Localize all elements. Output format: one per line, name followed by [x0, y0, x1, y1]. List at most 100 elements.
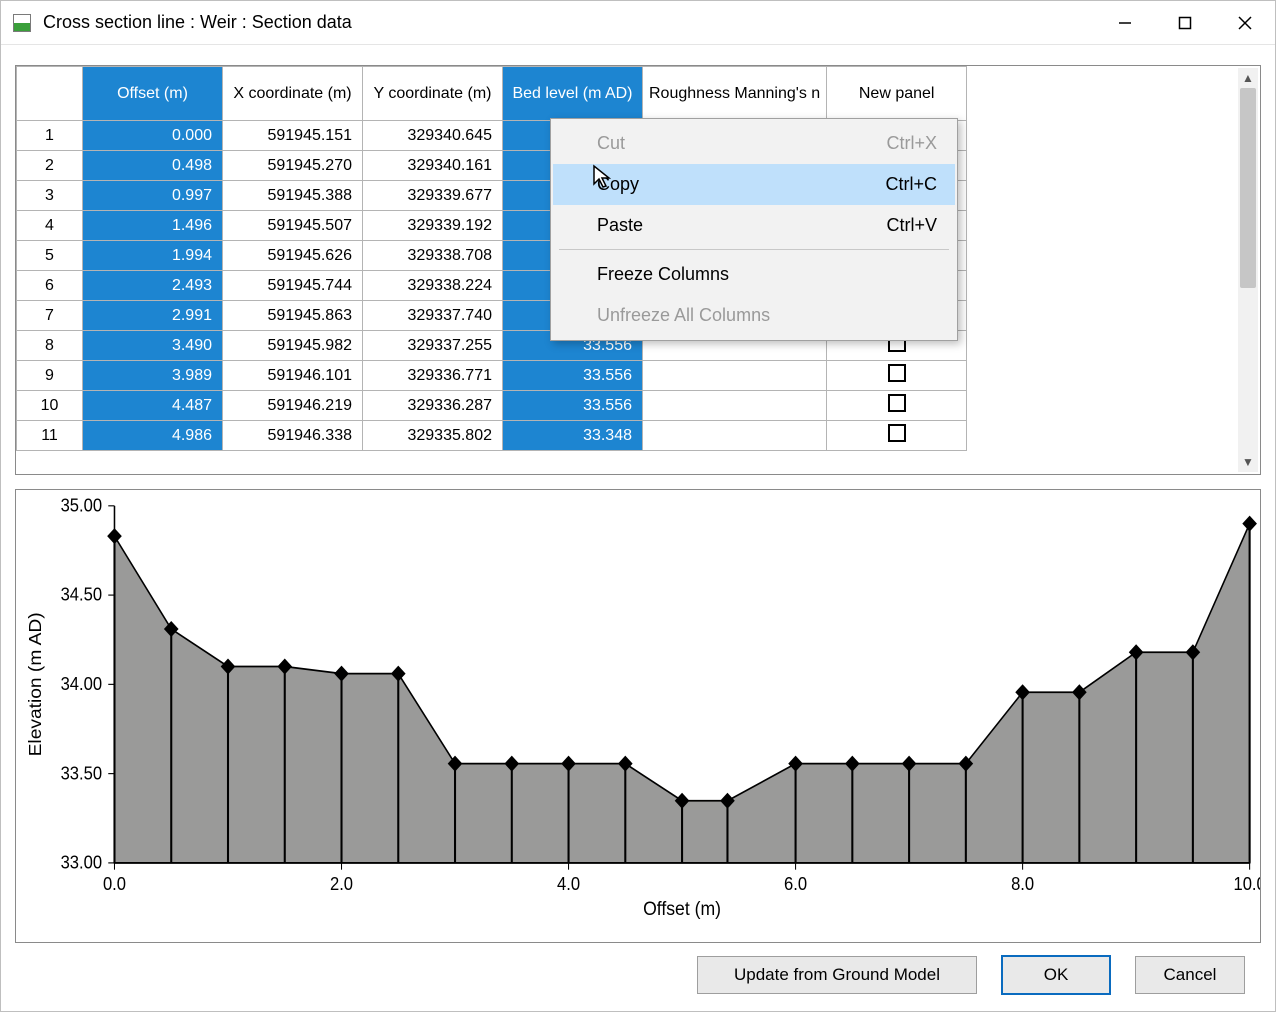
new-panel-checkbox[interactable] — [888, 364, 906, 382]
row-number[interactable]: 6 — [17, 271, 83, 301]
minimize-button[interactable] — [1095, 1, 1155, 44]
menu-copy[interactable]: Copy Ctrl+C — [553, 164, 955, 205]
cell-offset[interactable]: 1.994 — [83, 241, 223, 271]
menu-paste-label: Paste — [597, 211, 643, 240]
header-offset[interactable]: Offset (m) — [83, 67, 223, 121]
table-row[interactable]: 114.986591946.338329335.80233.348 — [17, 421, 967, 451]
cell-x-coord[interactable]: 591945.626 — [223, 241, 363, 271]
cell-bed-level[interactable]: 33.348 — [503, 421, 643, 451]
header-y-coord[interactable]: Y coordinate (m) — [363, 67, 503, 121]
cell-x-coord[interactable]: 591946.101 — [223, 361, 363, 391]
cell-offset[interactable]: 3.989 — [83, 361, 223, 391]
cell-bed-level[interactable]: 33.556 — [503, 361, 643, 391]
menu-freeze-label: Freeze Columns — [597, 260, 729, 289]
cell-y-coord[interactable]: 329340.161 — [363, 151, 503, 181]
row-number[interactable]: 11 — [17, 421, 83, 451]
row-number[interactable]: 4 — [17, 211, 83, 241]
window-title: Cross section line : Weir : Section data — [43, 12, 352, 33]
svg-text:34.00: 34.00 — [61, 673, 102, 694]
menu-cut-label: Cut — [597, 129, 625, 158]
cell-y-coord[interactable]: 329339.677 — [363, 181, 503, 211]
row-number[interactable]: 8 — [17, 331, 83, 361]
cell-x-coord[interactable]: 591945.744 — [223, 271, 363, 301]
cell-roughness[interactable] — [643, 391, 827, 421]
new-panel-checkbox[interactable] — [888, 394, 906, 412]
cell-offset[interactable]: 3.490 — [83, 331, 223, 361]
svg-text:10.0: 10.0 — [1234, 873, 1260, 894]
scroll-down-icon[interactable]: ▼ — [1238, 452, 1258, 472]
new-panel-checkbox[interactable] — [888, 424, 906, 442]
cell-y-coord[interactable]: 329336.287 — [363, 391, 503, 421]
dialog-footer: Update from Ground Model OK Cancel — [1, 951, 1275, 1011]
svg-text:Elevation (m AD): Elevation (m AD) — [25, 612, 45, 756]
cell-x-coord[interactable]: 591945.863 — [223, 301, 363, 331]
cell-roughness[interactable] — [643, 421, 827, 451]
close-button[interactable] — [1215, 1, 1275, 44]
menu-unfreeze-label: Unfreeze All Columns — [597, 301, 770, 330]
header-rownum[interactable] — [17, 67, 83, 121]
cell-offset[interactable]: 4.487 — [83, 391, 223, 421]
cell-offset[interactable]: 0.000 — [83, 121, 223, 151]
header-new-panel[interactable]: New panel — [827, 67, 967, 121]
cell-new-panel[interactable] — [827, 391, 967, 421]
cell-new-panel[interactable] — [827, 421, 967, 451]
menu-paste[interactable]: Paste Ctrl+V — [553, 205, 955, 246]
row-number[interactable]: 2 — [17, 151, 83, 181]
cell-x-coord[interactable]: 591946.338 — [223, 421, 363, 451]
svg-text:34.50: 34.50 — [61, 584, 102, 605]
cell-x-coord[interactable]: 591945.270 — [223, 151, 363, 181]
cell-x-coord[interactable]: 591945.507 — [223, 211, 363, 241]
cell-offset[interactable]: 0.997 — [83, 181, 223, 211]
cell-x-coord[interactable]: 591945.388 — [223, 181, 363, 211]
cell-x-coord[interactable]: 591946.219 — [223, 391, 363, 421]
svg-text:33.50: 33.50 — [61, 763, 102, 784]
cell-y-coord[interactable]: 329335.802 — [363, 421, 503, 451]
header-roughness[interactable]: Roughness Manning's n — [643, 67, 827, 121]
titlebar: Cross section line : Weir : Section data — [1, 1, 1275, 45]
cell-y-coord[interactable]: 329337.255 — [363, 331, 503, 361]
cell-offset[interactable]: 1.496 — [83, 211, 223, 241]
svg-text:2.0: 2.0 — [330, 873, 353, 894]
cell-new-panel[interactable] — [827, 361, 967, 391]
ok-button[interactable]: OK — [1001, 955, 1111, 995]
header-bed-level[interactable]: Bed level (m AD) — [503, 67, 643, 121]
cell-y-coord[interactable]: 329338.224 — [363, 271, 503, 301]
update-from-ground-model-button[interactable]: Update from Ground Model — [697, 956, 977, 994]
cross-section-chart: 33.0033.5034.0034.5035.000.02.04.06.08.0… — [15, 489, 1261, 943]
row-number[interactable]: 7 — [17, 301, 83, 331]
cell-y-coord[interactable]: 329340.645 — [363, 121, 503, 151]
row-number[interactable]: 10 — [17, 391, 83, 421]
svg-text:6.0: 6.0 — [784, 873, 807, 894]
cell-x-coord[interactable]: 591945.151 — [223, 121, 363, 151]
cell-offset[interactable]: 2.493 — [83, 271, 223, 301]
section-data-table[interactable]: Offset (m)X coordinate (m)Y coordinate (… — [15, 65, 1261, 475]
menu-freeze-columns[interactable]: Freeze Columns — [553, 254, 955, 295]
svg-text:35.00: 35.00 — [61, 495, 102, 516]
svg-text:8.0: 8.0 — [1011, 873, 1034, 894]
row-number[interactable]: 1 — [17, 121, 83, 151]
cell-y-coord[interactable]: 329338.708 — [363, 241, 503, 271]
row-number[interactable]: 5 — [17, 241, 83, 271]
row-number[interactable]: 3 — [17, 181, 83, 211]
cancel-button[interactable]: Cancel — [1135, 956, 1245, 994]
header-x-coord[interactable]: X coordinate (m) — [223, 67, 363, 121]
cell-y-coord[interactable]: 329339.192 — [363, 211, 503, 241]
scroll-thumb[interactable] — [1240, 88, 1256, 288]
vertical-scrollbar[interactable]: ▲ ▼ — [1238, 68, 1258, 472]
menu-copy-label: Copy — [597, 170, 639, 199]
cell-offset[interactable]: 2.991 — [83, 301, 223, 331]
cell-bed-level[interactable]: 33.556 — [503, 391, 643, 421]
menu-cut: Cut Ctrl+X — [553, 123, 955, 164]
table-row[interactable]: 104.487591946.219329336.28733.556 — [17, 391, 967, 421]
scroll-up-icon[interactable]: ▲ — [1238, 68, 1258, 88]
table-row[interactable]: 93.989591946.101329336.77133.556 — [17, 361, 967, 391]
cell-y-coord[interactable]: 329337.740 — [363, 301, 503, 331]
cell-offset[interactable]: 4.986 — [83, 421, 223, 451]
cell-y-coord[interactable]: 329336.771 — [363, 361, 503, 391]
cell-offset[interactable]: 0.498 — [83, 151, 223, 181]
row-number[interactable]: 9 — [17, 361, 83, 391]
cell-x-coord[interactable]: 591945.982 — [223, 331, 363, 361]
cell-roughness[interactable] — [643, 361, 827, 391]
maximize-button[interactable] — [1155, 1, 1215, 44]
context-menu: Cut Ctrl+X Copy Ctrl+C Paste Ctrl+V Free… — [550, 118, 958, 341]
